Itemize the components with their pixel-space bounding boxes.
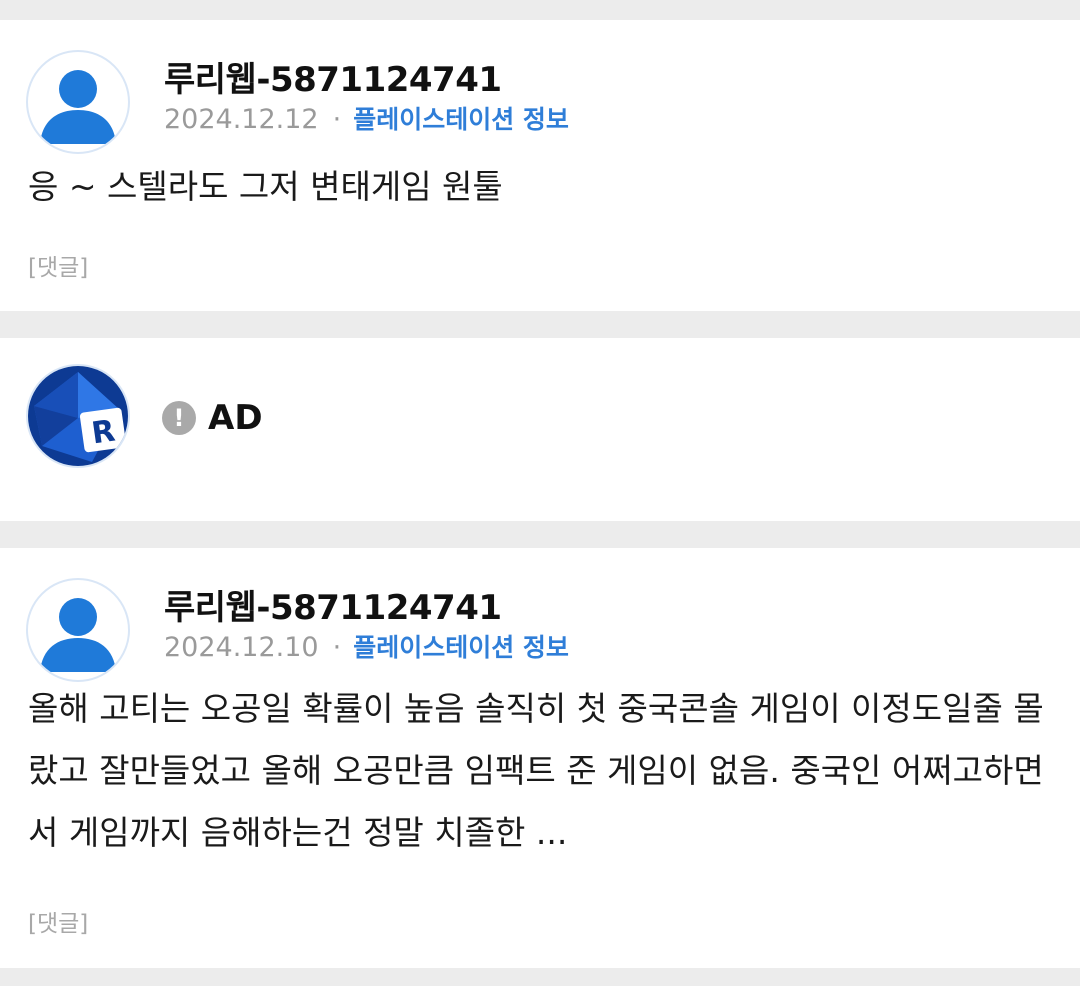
post-date: 2024.12.10: [164, 632, 319, 663]
info-icon[interactable]: !: [162, 401, 196, 435]
ruliweb-logo-icon: R: [28, 366, 128, 466]
ad-badge: ! AD: [162, 398, 263, 438]
ad-logo-letter: R: [89, 414, 117, 452]
post-content[interactable]: 올해 고티는 오공일 확률이 높음 솔직히 첫 중국콘솔 게임이 이정도일줄 몰…: [28, 678, 1056, 864]
author-name[interactable]: 루리웹-5871124741: [164, 580, 502, 629]
meta-separator: ·: [332, 104, 342, 135]
user-avatar-icon: [40, 70, 116, 144]
user-avatar-icon: [40, 598, 116, 672]
post-date: 2024.12.12: [164, 104, 319, 135]
ad-card[interactable]: R ! AD: [0, 338, 1080, 521]
ad-label: AD: [208, 398, 263, 438]
post-meta: 2024.12.12 · 플레이스테이션 정보: [164, 100, 569, 136]
board-link[interactable]: 플레이스테이션 정보: [353, 105, 569, 134]
avatar[interactable]: [26, 578, 130, 682]
post-card[interactable]: 루리웹-5871124741 2024.12.12 · 플레이스테이션 정보 응 ~…: [0, 20, 1080, 311]
reply-link[interactable]: [댓글]: [28, 904, 88, 938]
post-meta: 2024.12.10 · 플레이스테이션 정보: [164, 628, 569, 664]
author-name[interactable]: 루리웹-5871124741: [164, 52, 502, 101]
meta-separator: ·: [332, 632, 342, 663]
avatar[interactable]: [26, 50, 130, 154]
ad-logo[interactable]: R: [26, 364, 130, 468]
post-card[interactable]: 루리웹-5871124741 2024.12.10 · 플레이스테이션 정보 올해 …: [0, 548, 1080, 968]
reply-link[interactable]: [댓글]: [28, 248, 88, 282]
comment-feed: 루리웹-5871124741 2024.12.12 · 플레이스테이션 정보 응 ~…: [0, 0, 1080, 986]
post-content[interactable]: 응 ~ 스텔라도 그저 변태게임 원툴: [28, 156, 1056, 218]
board-link[interactable]: 플레이스테이션 정보: [353, 633, 569, 662]
